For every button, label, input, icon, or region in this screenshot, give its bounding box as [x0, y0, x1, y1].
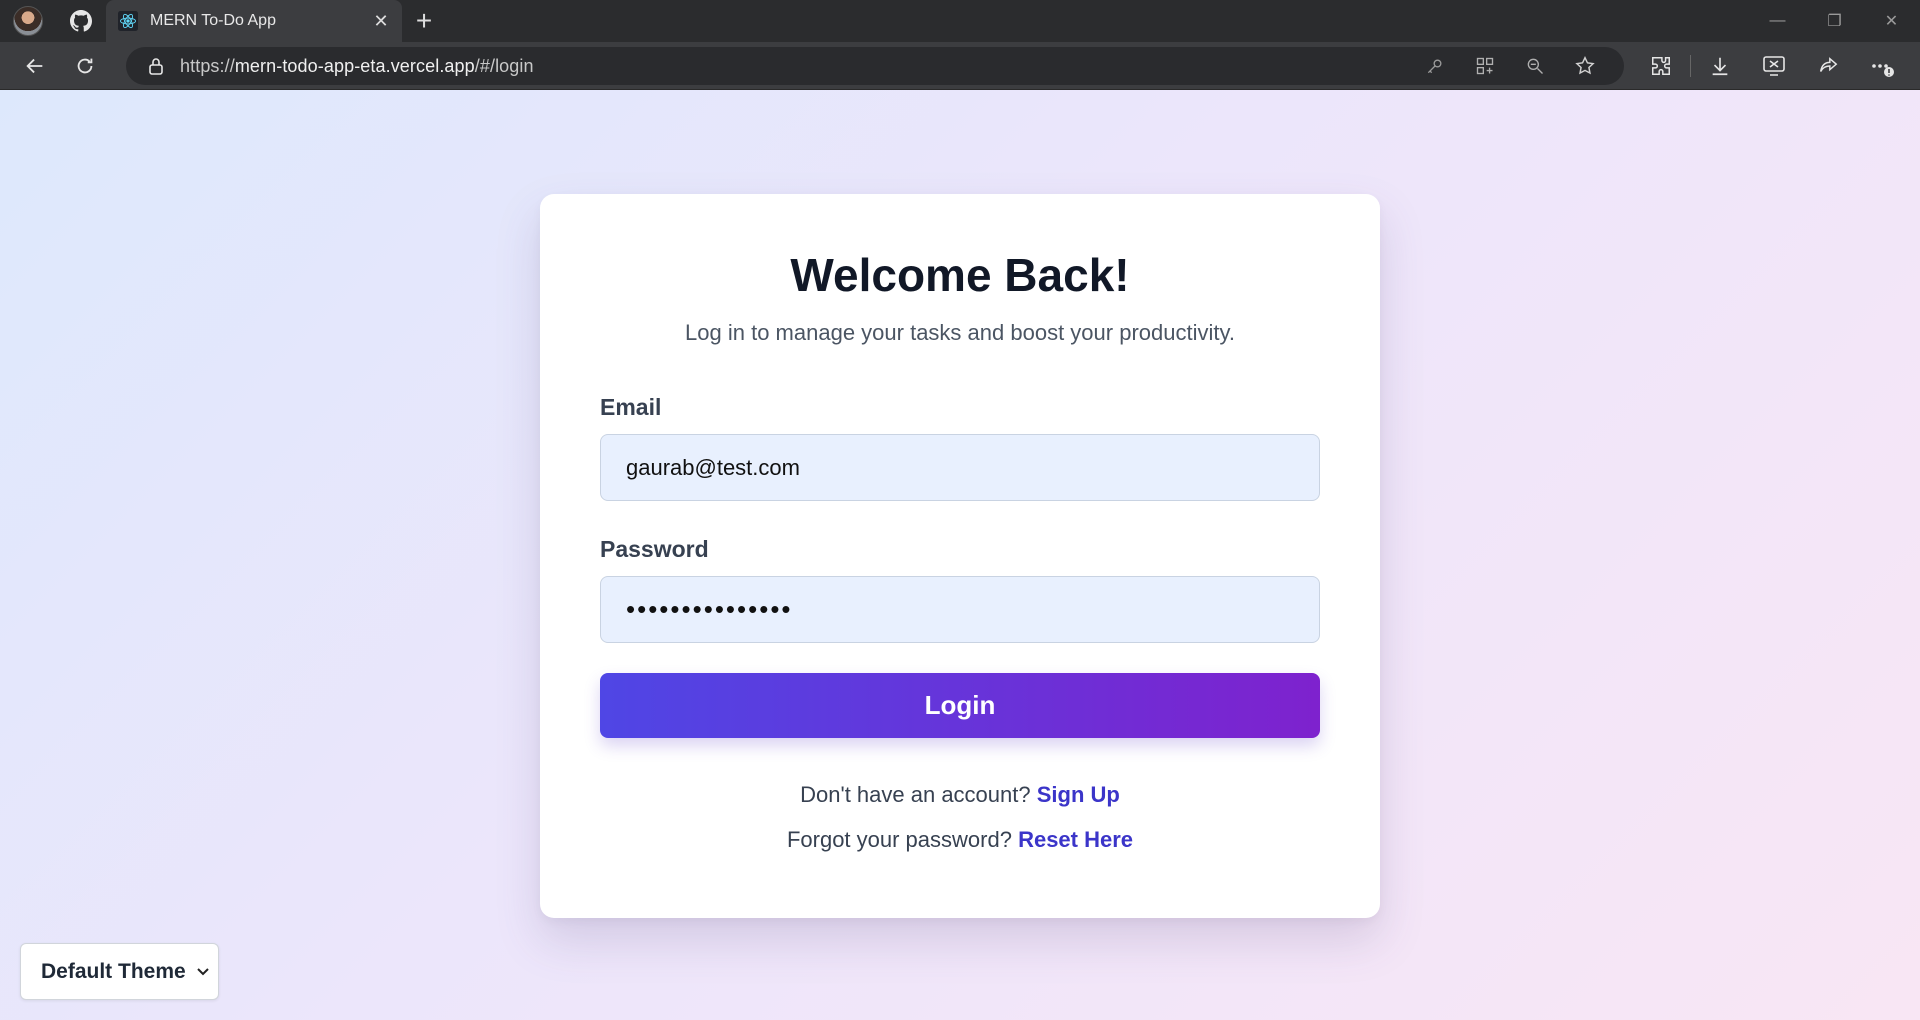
plus-icon: +: [415, 5, 433, 36]
address-bar-actions: [1410, 47, 1610, 85]
browser-tab-strip: MERN To-Do App ✕ + — ❐ ✕: [0, 0, 1920, 42]
tab-title: MERN To-Do App: [150, 12, 276, 29]
toolbar-actions: [1634, 42, 1909, 90]
browser-toolbar: https://mern-todo-app-eta.vercel.app/#/l…: [0, 42, 1920, 90]
zoom-out-icon[interactable]: [1510, 56, 1560, 76]
apps-icon[interactable]: [1460, 56, 1510, 76]
signup-link[interactable]: Sign Up: [1037, 782, 1120, 807]
toolbar-separator: [1690, 55, 1691, 77]
password-field[interactable]: [600, 576, 1320, 643]
new-tab-button[interactable]: +: [402, 0, 446, 42]
url-path: /#/login: [474, 55, 534, 76]
address-bar[interactable]: https://mern-todo-app-eta.vercel.app/#/l…: [126, 47, 1624, 85]
chevron-down-icon: [197, 968, 209, 976]
star-icon[interactable]: [1560, 55, 1610, 77]
download-icon[interactable]: [1693, 42, 1747, 90]
login-button[interactable]: Login: [600, 673, 1320, 738]
page-background: Welcome Back! Log in to manage your task…: [0, 90, 1920, 1020]
password-label: Password: [600, 536, 709, 562]
close-icon[interactable]: ✕: [370, 11, 392, 32]
minimize-icon[interactable]: —: [1749, 0, 1806, 42]
back-icon: [26, 58, 43, 73]
url-text: https://mern-todo-app-eta.vercel.app/#/l…: [180, 56, 534, 77]
github-tab[interactable]: [56, 0, 106, 42]
more-icon[interactable]: [1855, 42, 1909, 90]
back-button[interactable]: [10, 42, 60, 90]
forgot-prompt: Forgot your password?: [786, 827, 1012, 852]
react-icon: [118, 11, 138, 31]
signup-line: Don't have an account? Sign Up: [540, 782, 1380, 808]
forgot-line: Forgot your password? Reset Here: [540, 827, 1380, 853]
restore-icon[interactable]: ❐: [1806, 0, 1863, 42]
reset-link[interactable]: Reset Here: [1018, 827, 1133, 852]
lock-icon: [149, 58, 163, 75]
page-title: Welcome Back!: [790, 249, 1130, 301]
url-host: mern-todo-app-eta.vercel.app: [234, 55, 475, 76]
url-scheme: https://: [180, 55, 235, 76]
screenshot-icon[interactable]: [1747, 42, 1801, 90]
signup-prompt: Don't have an account?: [800, 782, 1031, 807]
active-tab[interactable]: MERN To-Do App ✕: [106, 0, 402, 42]
reload-button[interactable]: [60, 42, 110, 90]
theme-select[interactable]: Default Theme: [20, 943, 219, 1000]
theme-select-value: Default Theme: [41, 959, 186, 983]
email-field[interactable]: [600, 434, 1320, 501]
profile-button[interactable]: [0, 0, 56, 42]
login-card: Welcome Back! Log in to manage your task…: [540, 194, 1380, 918]
page-subtitle: Log in to manage your tasks and boost yo…: [685, 320, 1235, 345]
email-label: Email: [600, 394, 662, 420]
window-controls: — ❐ ✕: [1749, 0, 1920, 42]
reload-icon: [77, 58, 93, 73]
extensions-icon[interactable]: [1634, 42, 1688, 90]
window-close-icon[interactable]: ✕: [1863, 0, 1920, 42]
key-icon[interactable]: [1410, 56, 1460, 76]
profile-avatar: [13, 6, 43, 36]
github-icon: [70, 10, 92, 32]
share-icon[interactable]: [1801, 42, 1855, 90]
